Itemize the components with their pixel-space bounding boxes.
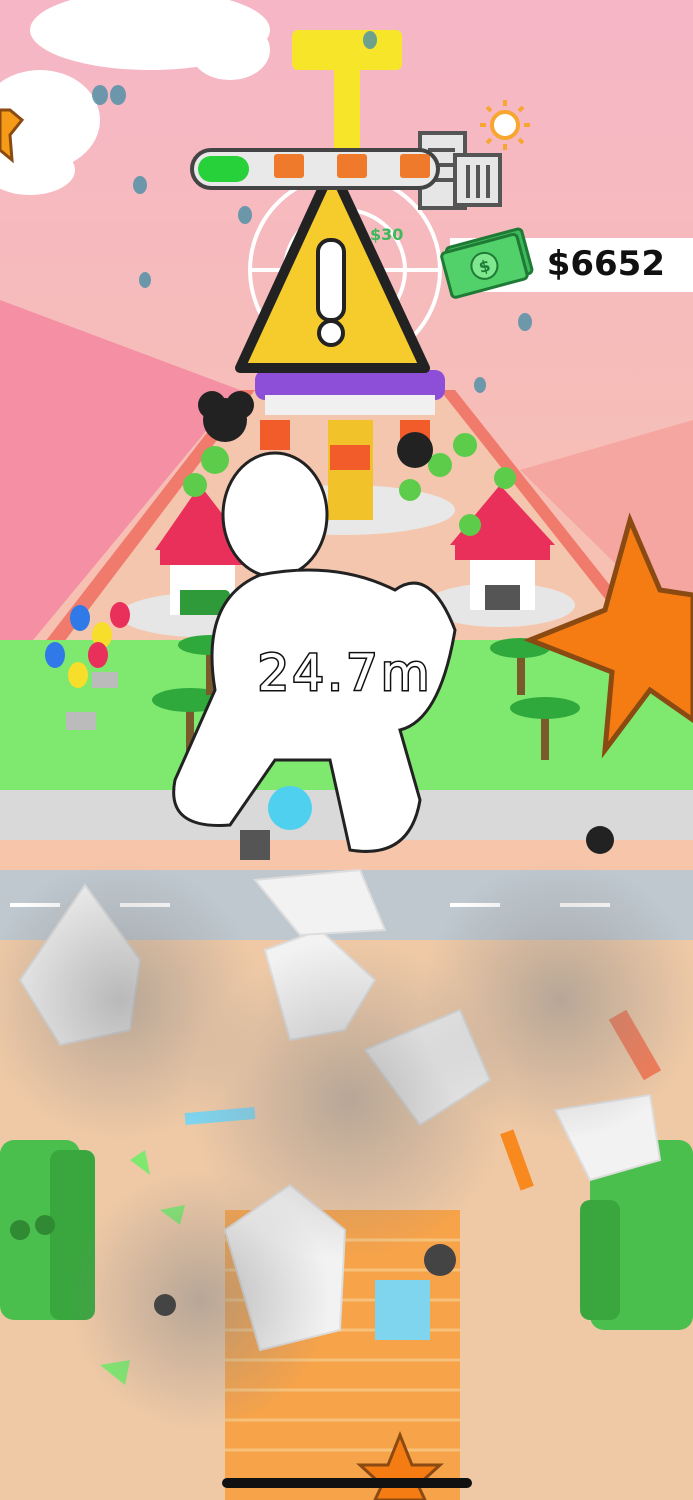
cyan-splash: [268, 786, 312, 830]
money-amount: $6652: [546, 244, 665, 284]
progress-segment: [274, 154, 304, 178]
progress-segment: [337, 154, 367, 178]
ferris-price-label: $30: [370, 225, 403, 244]
home-indicator[interactable]: [222, 1478, 472, 1488]
level-progress-fill: [198, 156, 249, 182]
game-world: $30: [0, 0, 693, 1500]
money-panel: $ $6652: [440, 227, 693, 299]
game-scene[interactable]: $30 $ $6652 24.7m: [0, 0, 693, 1500]
distance-counter: 24.7m: [256, 643, 433, 704]
cash-bill-icon: $: [440, 227, 534, 299]
level-progress-bar: [190, 148, 440, 190]
progress-segment: [400, 154, 430, 178]
